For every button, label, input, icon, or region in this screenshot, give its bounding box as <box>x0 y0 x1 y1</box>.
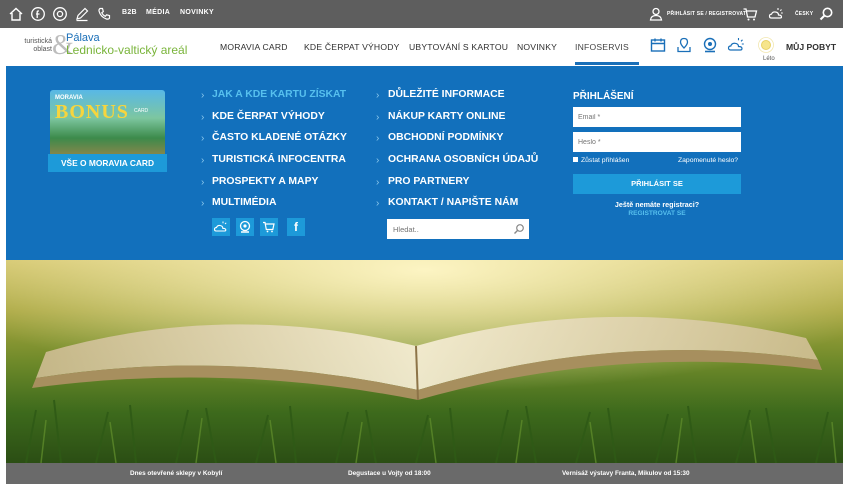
menu-search-input[interactable] <box>387 219 529 239</box>
remember-me-checkbox[interactable]: Zůstat přihlášen <box>573 157 629 164</box>
facebook-icon[interactable] <box>30 6 46 22</box>
chevron-right-icon: › <box>376 133 380 144</box>
logo-small-2: oblast <box>33 46 52 53</box>
webcam-icon[interactable] <box>236 218 254 236</box>
chevron-right-icon: › <box>376 155 380 166</box>
no-account-text: Ještě nemáte registraci? <box>614 200 700 209</box>
top-bar: B2B MÉDIA NOVINKY PŘIHLÁSIT SE / REGISTR… <box>0 0 843 28</box>
site-header: turistická oblast & Pálava Lednicko-valt… <box>0 28 843 66</box>
nav-novinky[interactable]: NOVINKY <box>517 42 557 52</box>
login-button[interactable]: PŘIHLÁSIT SE <box>573 174 741 194</box>
webcam-icon[interactable] <box>701 36 719 54</box>
remember-me-label: Zůstat přihlášen <box>581 157 630 164</box>
logo-small-1: turistická <box>24 38 52 45</box>
card-card: CARD <box>134 108 149 114</box>
cart-icon[interactable] <box>260 218 278 236</box>
chevron-right-icon: › <box>201 112 205 123</box>
menu-link-ochrana-udaju[interactable]: OCHRANA OSOBNÍCH ÚDAJŮ <box>388 154 538 165</box>
sun-icon[interactable] <box>757 36 775 54</box>
ticker-item[interactable]: Dnes otevřené sklepy v Kobylí <box>130 470 222 477</box>
events-ticker: Dnes otevřené sklepy v Kobylí Degustace … <box>6 463 843 484</box>
menu-link-pro-partnery[interactable]: PRO PARTNERY <box>388 176 469 187</box>
nav-moravia-card[interactable]: MORAVIA CARD <box>220 42 288 52</box>
user-icon[interactable] <box>648 6 664 22</box>
map-pin-icon[interactable] <box>675 36 693 54</box>
chevron-right-icon: › <box>376 177 380 188</box>
phone-icon[interactable] <box>96 6 112 22</box>
chevron-right-icon: › <box>201 155 205 166</box>
weather-cloud-icon[interactable] <box>727 36 745 54</box>
b2b-link[interactable]: B2B <box>122 9 137 16</box>
search-icon[interactable] <box>818 6 834 22</box>
weather-icon[interactable] <box>768 6 784 22</box>
chevron-right-icon: › <box>376 112 380 123</box>
ticker-item[interactable]: Vernisáž výstavy Franta, Mikulov od 15:3… <box>562 470 690 477</box>
weather-icon[interactable] <box>212 218 230 236</box>
instagram-icon[interactable] <box>52 6 68 22</box>
email-field[interactable] <box>573 107 741 127</box>
chevron-right-icon: › <box>201 177 205 188</box>
facebook-icon[interactable]: f <box>287 218 305 236</box>
menu-link-jak-ziskat[interactable]: JAK A KDE KARTU ZÍSKAT <box>212 89 346 100</box>
menu-link-kontakt[interactable]: KONTAKT / NAPIŠTE NÁM <box>388 197 518 208</box>
forgot-password-link[interactable]: Zapomenuté heslo? <box>678 157 738 164</box>
media-link[interactable]: MÉDIA <box>146 9 170 16</box>
language-link[interactable]: ČESKY <box>795 11 813 17</box>
nav-infoservis[interactable]: INFOSERVIS <box>575 42 629 52</box>
menu-link-prospekty[interactable]: PROSPEKTY A MAPY <box>212 176 318 187</box>
search-icon[interactable] <box>513 223 525 235</box>
chevron-right-icon: › <box>201 133 205 144</box>
card-bonus: BONUS <box>55 101 129 123</box>
login-register-link[interactable]: PŘIHLÁSIT SE / REGISTROVAT <box>667 11 746 17</box>
password-field[interactable] <box>573 132 741 152</box>
hero-image-book-in-grass <box>6 260 843 463</box>
logo-subtitle: turistická oblast <box>22 38 52 54</box>
chevron-right-icon: › <box>376 90 380 101</box>
chevron-right-icon: › <box>376 198 380 209</box>
my-stay-link[interactable]: MŮJ POBYT <box>786 42 836 52</box>
menu-link-infocentra[interactable]: TURISTICKÁ INFOCENTRA <box>212 154 346 165</box>
menu-link-faq[interactable]: ČASTO KLADENÉ OTÁZKY <box>212 132 347 143</box>
register-link[interactable]: REGISTROVAT SE <box>573 210 741 217</box>
all-about-card-button[interactable]: VŠE O MORAVIA CARD <box>48 154 167 172</box>
news-link[interactable]: NOVINKY <box>180 9 214 16</box>
nav-kde-cerpat-vyhody[interactable]: KDE ČERPAT VÝHODY <box>304 42 400 52</box>
pencil-icon[interactable] <box>74 6 90 22</box>
login-title: PŘIHLÁŠENÍ <box>573 91 634 102</box>
chevron-right-icon: › <box>201 198 205 209</box>
ticker-item[interactable]: Degustace u Vojty od 18:00 <box>348 470 431 477</box>
menu-link-dulezite-informace[interactable]: DŮLEŽITÉ INFORMACE <box>388 89 505 100</box>
menu-link-kde-cerpat[interactable]: KDE ČERPAT VÝHODY <box>212 111 325 122</box>
nav-active-indicator <box>575 62 639 65</box>
nav-ubytovani-s-kartou[interactable]: UBYTOVÁNÍ S KARTOU <box>409 42 508 52</box>
home-icon[interactable] <box>8 6 24 22</box>
menu-link-multimedia[interactable]: MULTIMÉDIA <box>212 197 276 208</box>
checkbox-box[interactable] <box>573 157 578 162</box>
menu-link-obchodni-podminky[interactable]: OBCHODNÍ PODMÍNKY <box>388 132 503 143</box>
season-label: Léto <box>763 56 775 62</box>
logo-title-2: Lednicko-valtický areál <box>66 43 188 57</box>
calendar-icon[interactable] <box>649 36 667 54</box>
cart-icon[interactable] <box>742 6 758 22</box>
menu-link-nakup-karty[interactable]: NÁKUP KARTY ONLINE <box>388 111 505 122</box>
chevron-right-icon: › <box>201 90 205 101</box>
